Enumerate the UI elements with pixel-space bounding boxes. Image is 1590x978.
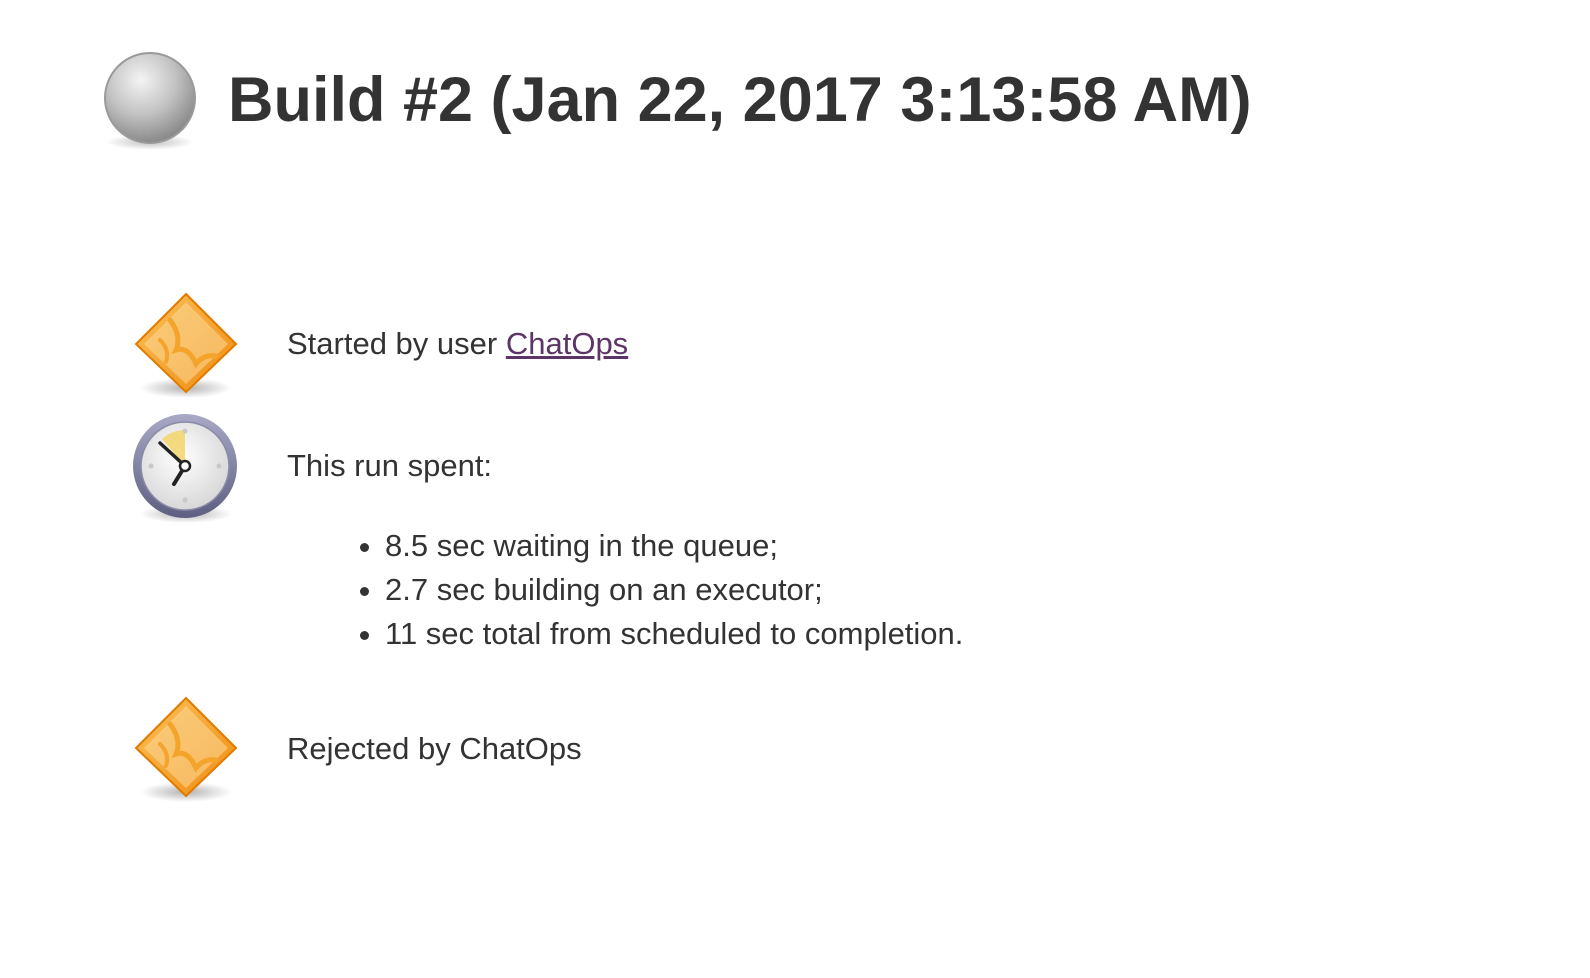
clock-icon (133, 414, 237, 523)
user-cause-icon (134, 696, 238, 802)
started-by-text: Started by user (287, 326, 506, 361)
started-by-cause: Started by user ChatOps (130, 290, 628, 402)
rejected-by-text: Rejected by ChatOps (287, 731, 582, 766)
build-header: Build #2 (Jan 22, 2017 3:13:58 AM) (102, 50, 1252, 150)
user-chatops-link[interactable]: ChatOps (506, 326, 628, 361)
timing-heading: This run spent: (287, 448, 493, 483)
list-item: 8.5 sec waiting in the queue; (385, 524, 963, 568)
page-title: Build #2 (Jan 22, 2017 3:13:58 AM) (228, 64, 1252, 135)
list-item: 11 sec total from scheduled to completio… (385, 612, 963, 656)
grey-ball-icon (104, 52, 196, 150)
user-cause-icon (134, 292, 238, 398)
build-page: Build #2 (Jan 22, 2017 3:13:58 AM) Start… (0, 0, 1590, 978)
rejected-by-cause: Rejected by ChatOps (130, 694, 582, 806)
list-item: 2.7 sec building on an executor; (385, 568, 963, 612)
timing-list: 8.5 sec waiting in the queue; 2.7 sec bu… (287, 524, 963, 656)
timing-summary: This run spent: 8.5 sec waiting in the q… (130, 412, 963, 656)
